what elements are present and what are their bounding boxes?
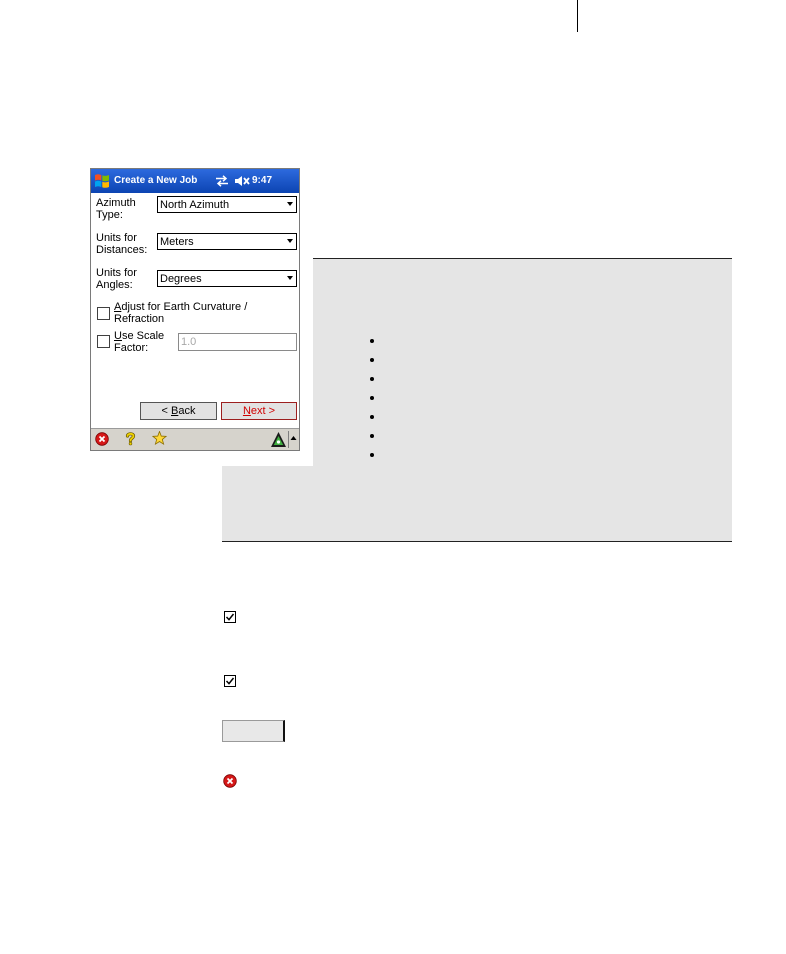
earth-curvature-checkbox[interactable] xyxy=(97,307,110,320)
scale-factor-checkbox[interactable] xyxy=(97,335,110,348)
bullet-item xyxy=(366,332,386,351)
checkbox-checked-icon xyxy=(224,611,236,623)
page-edge-line xyxy=(577,0,578,32)
chevron-down-icon xyxy=(287,276,293,280)
bullet-dot xyxy=(370,396,374,400)
bullet-item xyxy=(366,427,386,446)
button-icon xyxy=(222,720,285,742)
bullet-dot xyxy=(370,377,374,381)
chevron-down-icon xyxy=(287,202,293,206)
sync-arrows-icon[interactable] xyxy=(215,175,229,187)
bullet-dot xyxy=(370,358,374,362)
bullet-item xyxy=(366,351,386,370)
earth-curvature-label[interactable]: Adjust for Earth Curvature / Refraction xyxy=(114,301,264,325)
windows-flag-icon[interactable] xyxy=(93,172,111,190)
checkbox-checked-icon xyxy=(224,675,236,687)
back-button[interactable]: < Back xyxy=(140,402,217,420)
azimuth-type-select[interactable]: North Azimuth xyxy=(157,196,297,213)
chevron-down-icon xyxy=(287,239,293,243)
scale-factor-value: 1.0 xyxy=(181,336,197,348)
bullet-list xyxy=(366,332,386,465)
bottom-toolbar xyxy=(91,428,299,450)
help-icon[interactable] xyxy=(124,432,137,446)
angle-units-value: Degrees xyxy=(160,273,202,285)
window-title: Create a New Job xyxy=(114,175,198,186)
bullet-dot xyxy=(370,339,374,343)
bullet-dot xyxy=(370,434,374,438)
distance-units-select[interactable]: Meters xyxy=(157,233,297,250)
distance-units-label: Units for Distances: xyxy=(96,232,148,256)
callout-top-rule xyxy=(313,258,732,259)
title-bar: Create a New Job 9:47 xyxy=(91,169,299,193)
close-icon xyxy=(223,774,237,788)
distance-units-value: Meters xyxy=(160,236,194,248)
scale-factor-input[interactable]: 1.0 xyxy=(178,333,297,351)
toolbar-divider xyxy=(288,431,289,448)
bullet-dot xyxy=(370,453,374,457)
bullet-item xyxy=(366,370,386,389)
bullet-item xyxy=(366,446,386,465)
next-button[interactable]: Next > xyxy=(221,402,297,420)
close-icon[interactable] xyxy=(95,432,109,446)
up-arrow-icon[interactable] xyxy=(290,434,297,441)
angle-units-label: Units for Angles: xyxy=(96,267,137,291)
azimuth-type-label: Azimuth Type: xyxy=(96,197,136,221)
speaker-mute-icon[interactable] xyxy=(234,175,250,187)
clock[interactable]: 9:47 xyxy=(252,175,272,187)
bullet-dot xyxy=(370,415,374,419)
angle-units-select[interactable]: Degrees xyxy=(157,270,297,287)
bullet-item xyxy=(366,389,386,408)
device-screenshot: Create a New Job 9:47 Azimuth Type: Nort… xyxy=(90,168,300,451)
azimuth-type-value: North Azimuth xyxy=(160,199,230,211)
survey-status-icon[interactable] xyxy=(270,431,287,448)
bullet-item xyxy=(366,408,386,427)
favorites-star-icon[interactable] xyxy=(152,431,167,446)
scale-factor-label[interactable]: Use Scale Factor: xyxy=(114,330,172,354)
